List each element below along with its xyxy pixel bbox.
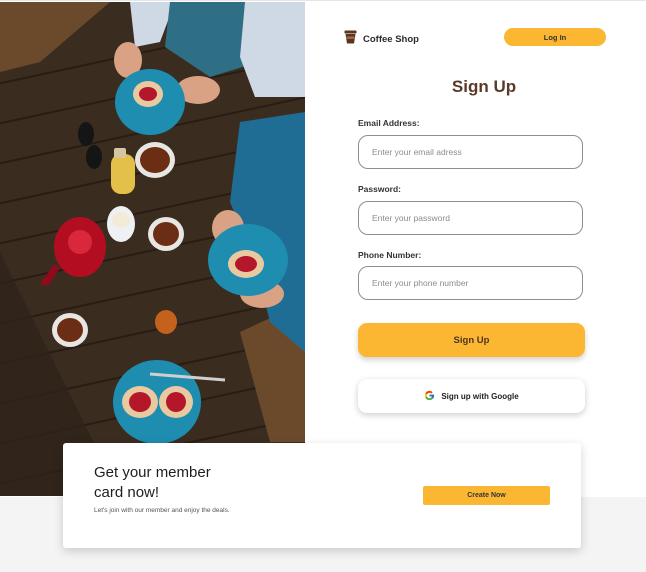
coffee-cup-icon (344, 30, 357, 49)
hero-coffee-table-photo (0, 2, 305, 496)
member-card-text: Let's join with our member and enjoy the… (94, 507, 230, 514)
brand[interactable]: Coffee Shop (344, 30, 419, 49)
password-label: Password: (358, 184, 401, 194)
brand-name: Coffee Shop (363, 34, 419, 45)
signup-page: Coffee Shop Log In Sign Up Email Address… (0, 0, 646, 572)
signup-title: Sign Up (451, 77, 517, 96)
member-card-banner: Get your member card now! Let's join wit… (63, 443, 581, 548)
member-card-heading: Get your member card now! (94, 464, 211, 501)
google-button-label: Sign up with Google (441, 391, 519, 401)
create-now-button[interactable]: Create Now (423, 486, 550, 505)
email-field[interactable] (358, 135, 583, 169)
phone-label: Phone Number: (358, 250, 422, 260)
signup-button[interactable]: Sign Up (358, 323, 585, 357)
email-label: Email Address: (358, 118, 420, 128)
password-field[interactable] (358, 201, 583, 235)
login-button[interactable]: Log In (504, 28, 606, 46)
phone-field[interactable] (358, 266, 583, 300)
google-logo-icon (424, 390, 435, 403)
google-signup-button[interactable]: Sign up with Google (358, 379, 585, 413)
